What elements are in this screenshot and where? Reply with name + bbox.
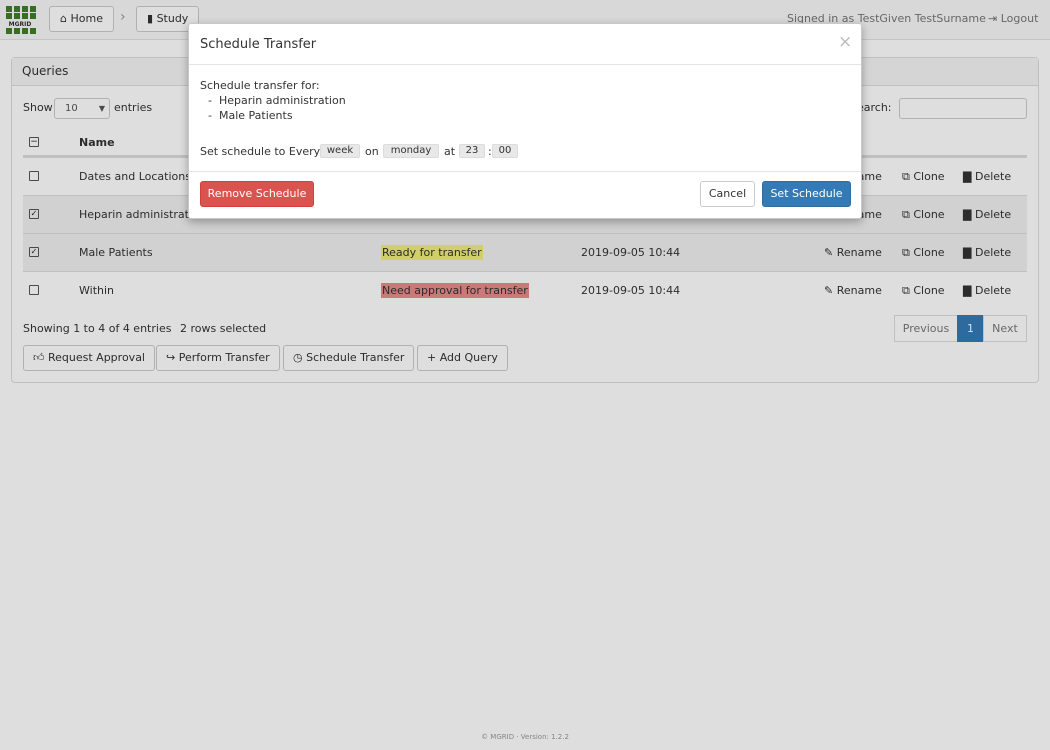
on-label: on	[365, 145, 379, 158]
modal-intro: Schedule transfer for:	[200, 79, 320, 92]
modal-header: Schedule Transfer ×	[189, 24, 861, 65]
close-icon[interactable]: ×	[838, 32, 852, 52]
hour-select[interactable]: 23	[459, 144, 485, 158]
modal-title: Schedule Transfer	[200, 37, 317, 52]
list-item: - Male Patients	[208, 109, 293, 122]
item-label: Heparin administration	[218, 94, 346, 107]
schedule-transfer-modal: Schedule Transfer × Schedule transfer fo…	[188, 23, 862, 219]
remove-schedule-button[interactable]: Remove Schedule	[200, 181, 314, 207]
period-select[interactable]: week	[320, 144, 360, 158]
at-label: at	[444, 145, 456, 158]
day-select[interactable]: monday	[383, 144, 439, 158]
list-item: - Heparin administration	[208, 94, 346, 107]
cancel-button[interactable]: Cancel	[700, 181, 755, 207]
schedule-prefix: Set schedule to Every	[200, 145, 321, 158]
item-label: Male Patients	[218, 109, 293, 122]
set-schedule-button[interactable]: Set Schedule	[762, 181, 851, 207]
minute-select[interactable]: 00	[492, 144, 518, 158]
